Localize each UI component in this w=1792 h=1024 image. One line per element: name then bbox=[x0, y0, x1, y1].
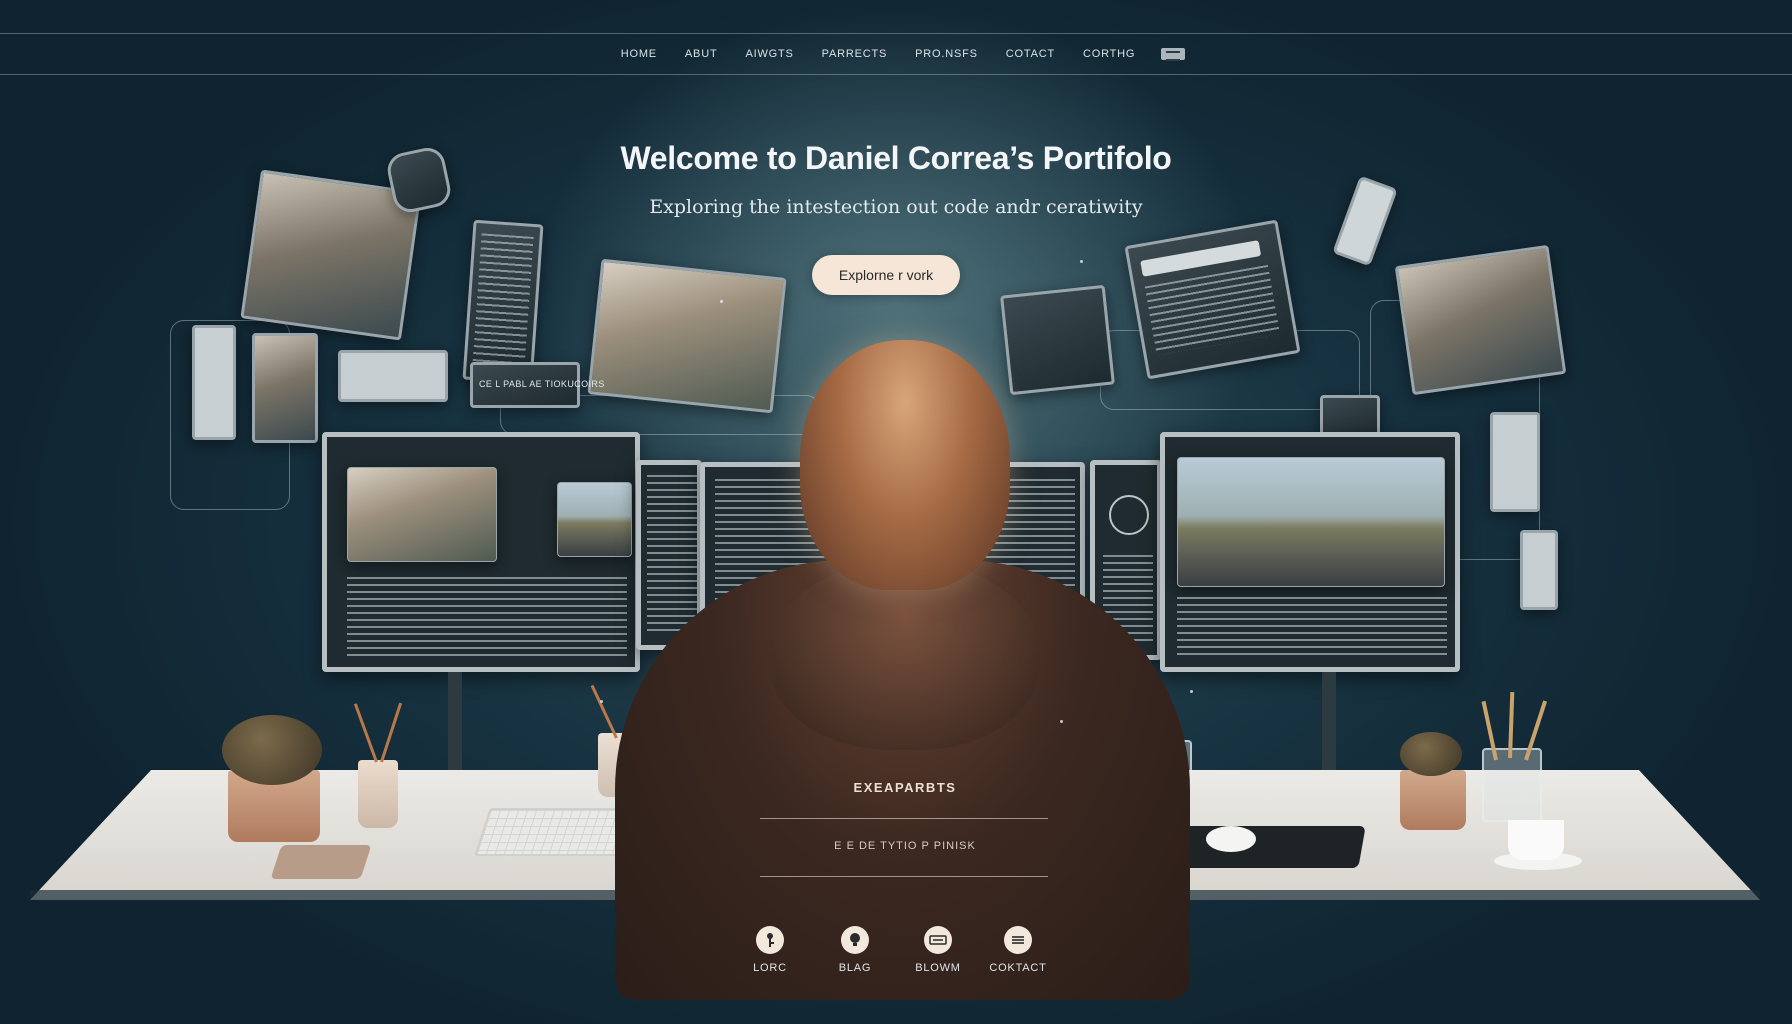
sparkle bbox=[1080, 260, 1083, 263]
hoodie-caption: E E DE TYTIO P PINISK bbox=[834, 840, 976, 852]
nav-awards[interactable]: AIWGTS bbox=[745, 48, 793, 60]
floating-phone-panel bbox=[1332, 175, 1398, 267]
floating-panel bbox=[462, 219, 544, 385]
footer-link-contact[interactable]: COKTACT bbox=[973, 926, 1063, 974]
hoodie-divider bbox=[760, 818, 1048, 819]
footer-link-label: BLAG bbox=[838, 962, 872, 974]
nav-professions[interactable]: PRO.NSFS bbox=[915, 48, 978, 60]
nav-projects[interactable]: PARRECTS bbox=[822, 48, 887, 60]
right-monitor bbox=[1160, 432, 1460, 672]
footer-link-label: COKTACT bbox=[989, 962, 1047, 974]
panel-caption: CE L PABL AE TIOKUCOIRS bbox=[479, 379, 605, 389]
footer-link-blowm[interactable]: BLOWM bbox=[893, 926, 983, 974]
footer-link-blag[interactable]: BLAG bbox=[810, 926, 900, 974]
floating-panel bbox=[192, 325, 236, 440]
floating-panel bbox=[338, 350, 448, 402]
coffee-mug bbox=[1508, 820, 1564, 860]
footer-link-label: BLOWM bbox=[915, 962, 961, 974]
left-monitor bbox=[322, 432, 640, 672]
nav-coaching[interactable]: CORTHG bbox=[1083, 48, 1135, 60]
floating-panel bbox=[1000, 284, 1115, 396]
hero-title: Welcome to Daniel Correa’s Portifolo bbox=[620, 140, 1172, 176]
floating-panel bbox=[1520, 530, 1558, 610]
footer-link-label: LORC bbox=[753, 962, 787, 974]
round-shrub bbox=[222, 715, 322, 785]
explore-work-button[interactable]: Explorne r vork bbox=[812, 255, 960, 295]
keyboard-icon bbox=[924, 926, 952, 954]
hoodie-heading: EXEAPARBTS bbox=[853, 780, 957, 795]
floating-photo-panel bbox=[1394, 244, 1567, 396]
floating-panel bbox=[1490, 412, 1540, 512]
external-drive bbox=[270, 845, 372, 879]
floating-photo-panel bbox=[252, 333, 318, 443]
menu-icon[interactable] bbox=[1161, 48, 1186, 61]
nav-home[interactable]: HOME bbox=[621, 48, 657, 60]
computer-mouse bbox=[1206, 826, 1256, 852]
plant-leaf bbox=[353, 703, 378, 763]
nav-contact[interactable]: COTACT bbox=[1006, 48, 1055, 60]
sparkle bbox=[1060, 720, 1063, 723]
person-head bbox=[800, 340, 1010, 590]
sparkle bbox=[600, 700, 603, 703]
key-icon bbox=[756, 926, 784, 954]
portfolio-page: HOME ABUT AIWGTS PARRECTS PRO.NSFS COTAC… bbox=[0, 0, 1792, 1024]
plant-pot bbox=[1400, 770, 1466, 830]
small-plant bbox=[1400, 732, 1462, 776]
plant-leaf bbox=[590, 684, 618, 739]
hoodie-divider bbox=[760, 876, 1048, 877]
mousepad bbox=[1168, 826, 1366, 868]
hero-subtitle: Exploring the intestection out code andr… bbox=[649, 196, 1143, 218]
plant-leaf bbox=[380, 702, 403, 763]
floating-panel: CE L PABL AE TIOKUCOIRS bbox=[470, 362, 604, 408]
floating-photo-panel bbox=[587, 258, 787, 414]
pencil-holder bbox=[1482, 748, 1542, 822]
monitor-stand bbox=[1322, 672, 1336, 777]
nav-about[interactable]: ABUT bbox=[685, 48, 718, 60]
monitor-stand bbox=[448, 672, 462, 777]
plant-pot bbox=[358, 760, 398, 828]
top-navigation: HOME ABUT AIWGTS PARRECTS PRO.NSFS COTAC… bbox=[0, 33, 1792, 75]
floating-panel bbox=[1124, 219, 1301, 380]
footer-link-lorc[interactable]: LORC bbox=[725, 926, 815, 974]
sparkle bbox=[720, 300, 723, 303]
lightbulb-icon bbox=[841, 926, 869, 954]
sparkle bbox=[1190, 690, 1193, 693]
chat-icon bbox=[1004, 926, 1032, 954]
